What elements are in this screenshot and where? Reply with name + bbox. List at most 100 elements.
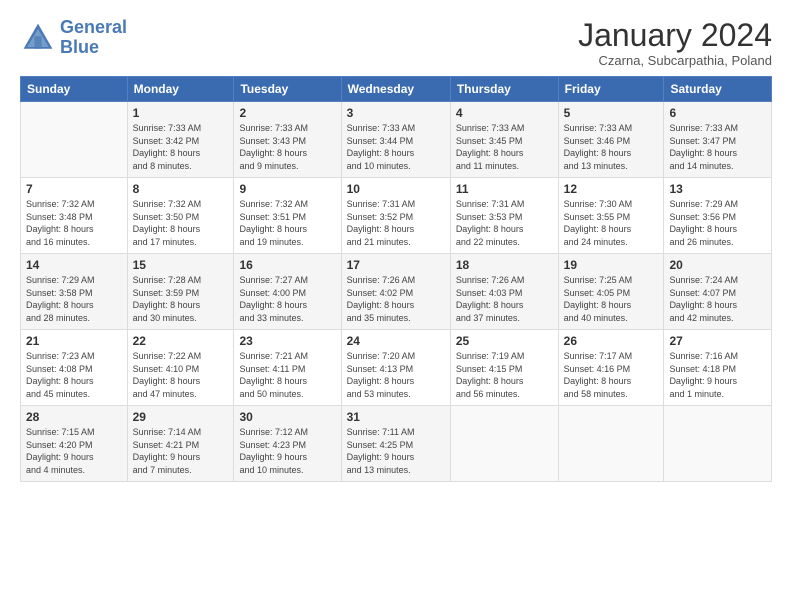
day-info: Sunrise: 7:26 AMSunset: 4:02 PMDaylight:… xyxy=(347,274,445,324)
header: General Blue January 2024 Czarna, Subcar… xyxy=(20,18,772,68)
day-number: 4 xyxy=(456,106,553,120)
day-info: Sunrise: 7:26 AMSunset: 4:03 PMDaylight:… xyxy=(456,274,553,324)
day-info: Sunrise: 7:29 AMSunset: 3:56 PMDaylight:… xyxy=(669,198,766,248)
calendar-cell: 4 Sunrise: 7:33 AMSunset: 3:45 PMDaylight… xyxy=(450,102,558,178)
calendar-cell: 6 Sunrise: 7:33 AMSunset: 3:47 PMDaylight… xyxy=(664,102,772,178)
day-number: 3 xyxy=(347,106,445,120)
day-number: 29 xyxy=(133,410,229,424)
header-row: Sunday Monday Tuesday Wednesday Thursday… xyxy=(21,77,772,102)
calendar-cell: 17 Sunrise: 7:26 AMSunset: 4:02 PMDayligh… xyxy=(341,254,450,330)
day-number: 25 xyxy=(456,334,553,348)
calendar-cell: 2Sunrise: 7:33 AMSunset: 3:43 PMDaylight… xyxy=(234,102,341,178)
day-info: Sunrise: 7:33 AMSunset: 3:43 PMDaylight:… xyxy=(239,122,335,172)
day-info: Sunrise: 7:33 AMSunset: 3:45 PMDaylight:… xyxy=(456,122,553,172)
calendar-cell: 16 Sunrise: 7:27 AMSunset: 4:00 PMDayligh… xyxy=(234,254,341,330)
col-tuesday: Tuesday xyxy=(234,77,341,102)
day-number: 12 xyxy=(564,182,659,196)
day-number: 21 xyxy=(26,334,122,348)
day-info: Sunrise: 7:32 AMSunset: 3:48 PMDaylight:… xyxy=(26,198,122,248)
calendar-cell: 1 Sunrise: 7:33 AMSunset: 3:42 PMDaylight… xyxy=(127,102,234,178)
day-number: 13 xyxy=(669,182,766,196)
day-number: 22 xyxy=(133,334,229,348)
day-info: Sunrise: 7:14 AMSunset: 4:21 PMDaylight:… xyxy=(133,426,229,476)
calendar-cell: 30 Sunrise: 7:12 AMSunset: 4:23 PMDayligh… xyxy=(234,406,341,482)
calendar-cell: 10 Sunrise: 7:31 AMSunset: 3:52 PMDayligh… xyxy=(341,178,450,254)
calendar-cell: 20Sunrise: 7:24 AMSunset: 4:07 PMDayligh… xyxy=(664,254,772,330)
calendar-cell xyxy=(664,406,772,482)
day-info: Sunrise: 7:11 AMSunset: 4:25 PMDaylight:… xyxy=(347,426,445,476)
day-info: Sunrise: 7:31 AMSunset: 3:52 PMDaylight:… xyxy=(347,198,445,248)
day-info: Sunrise: 7:33 AMSunset: 3:46 PMDaylight:… xyxy=(564,122,659,172)
day-info: Sunrise: 7:32 AMSunset: 3:50 PMDaylight:… xyxy=(133,198,229,248)
day-info: Sunrise: 7:33 AMSunset: 3:42 PMDaylight:… xyxy=(133,122,229,172)
col-wednesday: Wednesday xyxy=(341,77,450,102)
logo-text: General Blue xyxy=(60,18,127,58)
calendar-week-row: 21 Sunrise: 7:23 AMSunset: 4:08 PMDayligh… xyxy=(21,330,772,406)
day-number: 15 xyxy=(133,258,229,272)
calendar-cell: 23Sunrise: 7:21 AMSunset: 4:11 PMDayligh… xyxy=(234,330,341,406)
day-number: 16 xyxy=(239,258,335,272)
day-info: Sunrise: 7:29 AMSunset: 3:58 PMDaylight:… xyxy=(26,274,122,324)
calendar-cell: 14 Sunrise: 7:29 AMSunset: 3:58 PMDayligh… xyxy=(21,254,128,330)
day-number: 20 xyxy=(669,258,766,272)
day-number: 9 xyxy=(239,182,335,196)
calendar-cell: 18 Sunrise: 7:26 AMSunset: 4:03 PMDayligh… xyxy=(450,254,558,330)
calendar-header: Sunday Monday Tuesday Wednesday Thursday… xyxy=(21,77,772,102)
day-number: 6 xyxy=(669,106,766,120)
day-info: Sunrise: 7:25 AMSunset: 4:05 PMDaylight:… xyxy=(564,274,659,324)
calendar-cell: 27 Sunrise: 7:16 AMSunset: 4:18 PMDayligh… xyxy=(664,330,772,406)
day-number: 24 xyxy=(347,334,445,348)
day-info: Sunrise: 7:16 AMSunset: 4:18 PMDaylight:… xyxy=(669,350,766,400)
calendar-cell: 13 Sunrise: 7:29 AMSunset: 3:56 PMDayligh… xyxy=(664,178,772,254)
day-number: 28 xyxy=(26,410,122,424)
calendar-cell xyxy=(21,102,128,178)
day-number: 7 xyxy=(26,182,122,196)
day-number: 19 xyxy=(564,258,659,272)
day-info: Sunrise: 7:28 AMSunset: 3:59 PMDaylight:… xyxy=(133,274,229,324)
calendar-cell: 8Sunrise: 7:32 AMSunset: 3:50 PMDaylight… xyxy=(127,178,234,254)
day-number: 11 xyxy=(456,182,553,196)
calendar-cell: 15 Sunrise: 7:28 AMSunset: 3:59 PMDayligh… xyxy=(127,254,234,330)
col-sunday: Sunday xyxy=(21,77,128,102)
calendar-cell: 19 Sunrise: 7:25 AMSunset: 4:05 PMDayligh… xyxy=(558,254,664,330)
col-saturday: Saturday xyxy=(664,77,772,102)
calendar-cell: 29 Sunrise: 7:14 AMSunset: 4:21 PMDayligh… xyxy=(127,406,234,482)
calendar-cell: 22 Sunrise: 7:22 AMSunset: 4:10 PMDayligh… xyxy=(127,330,234,406)
day-info: Sunrise: 7:33 AMSunset: 3:44 PMDaylight:… xyxy=(347,122,445,172)
calendar-cell: 31 Sunrise: 7:11 AMSunset: 4:25 PMDayligh… xyxy=(341,406,450,482)
calendar-cell: 9Sunrise: 7:32 AMSunset: 3:51 PMDaylight… xyxy=(234,178,341,254)
page: General Blue January 2024 Czarna, Subcar… xyxy=(0,0,792,612)
day-info: Sunrise: 7:33 AMSunset: 3:47 PMDaylight:… xyxy=(669,122,766,172)
calendar-cell xyxy=(558,406,664,482)
calendar-table: Sunday Monday Tuesday Wednesday Thursday… xyxy=(20,76,772,482)
day-number: 26 xyxy=(564,334,659,348)
col-monday: Monday xyxy=(127,77,234,102)
calendar-cell: 5Sunrise: 7:33 AMSunset: 3:46 PMDaylight… xyxy=(558,102,664,178)
day-number: 18 xyxy=(456,258,553,272)
calendar-week-row: 1 Sunrise: 7:33 AMSunset: 3:42 PMDaylight… xyxy=(21,102,772,178)
logo: General Blue xyxy=(20,18,127,58)
calendar-cell: 21 Sunrise: 7:23 AMSunset: 4:08 PMDayligh… xyxy=(21,330,128,406)
day-number: 1 xyxy=(133,106,229,120)
day-info: Sunrise: 7:23 AMSunset: 4:08 PMDaylight:… xyxy=(26,350,122,400)
day-info: Sunrise: 7:22 AMSunset: 4:10 PMDaylight:… xyxy=(133,350,229,400)
day-number: 27 xyxy=(669,334,766,348)
calendar-cell: 12Sunrise: 7:30 AMSunset: 3:55 PMDayligh… xyxy=(558,178,664,254)
day-info: Sunrise: 7:27 AMSunset: 4:00 PMDaylight:… xyxy=(239,274,335,324)
day-info: Sunrise: 7:19 AMSunset: 4:15 PMDaylight:… xyxy=(456,350,553,400)
day-info: Sunrise: 7:31 AMSunset: 3:53 PMDaylight:… xyxy=(456,198,553,248)
day-info: Sunrise: 7:12 AMSunset: 4:23 PMDaylight:… xyxy=(239,426,335,476)
day-info: Sunrise: 7:17 AMSunset: 4:16 PMDaylight:… xyxy=(564,350,659,400)
col-thursday: Thursday xyxy=(450,77,558,102)
calendar-cell: 7 Sunrise: 7:32 AMSunset: 3:48 PMDaylight… xyxy=(21,178,128,254)
day-number: 14 xyxy=(26,258,122,272)
day-number: 10 xyxy=(347,182,445,196)
day-number: 30 xyxy=(239,410,335,424)
day-number: 23 xyxy=(239,334,335,348)
calendar-cell: 26 Sunrise: 7:17 AMSunset: 4:16 PMDayligh… xyxy=(558,330,664,406)
calendar-body: 1 Sunrise: 7:33 AMSunset: 3:42 PMDaylight… xyxy=(21,102,772,482)
subtitle: Czarna, Subcarpathia, Poland xyxy=(578,53,772,68)
calendar-week-row: 28Sunrise: 7:15 AMSunset: 4:20 PMDayligh… xyxy=(21,406,772,482)
day-number: 17 xyxy=(347,258,445,272)
day-number: 31 xyxy=(347,410,445,424)
